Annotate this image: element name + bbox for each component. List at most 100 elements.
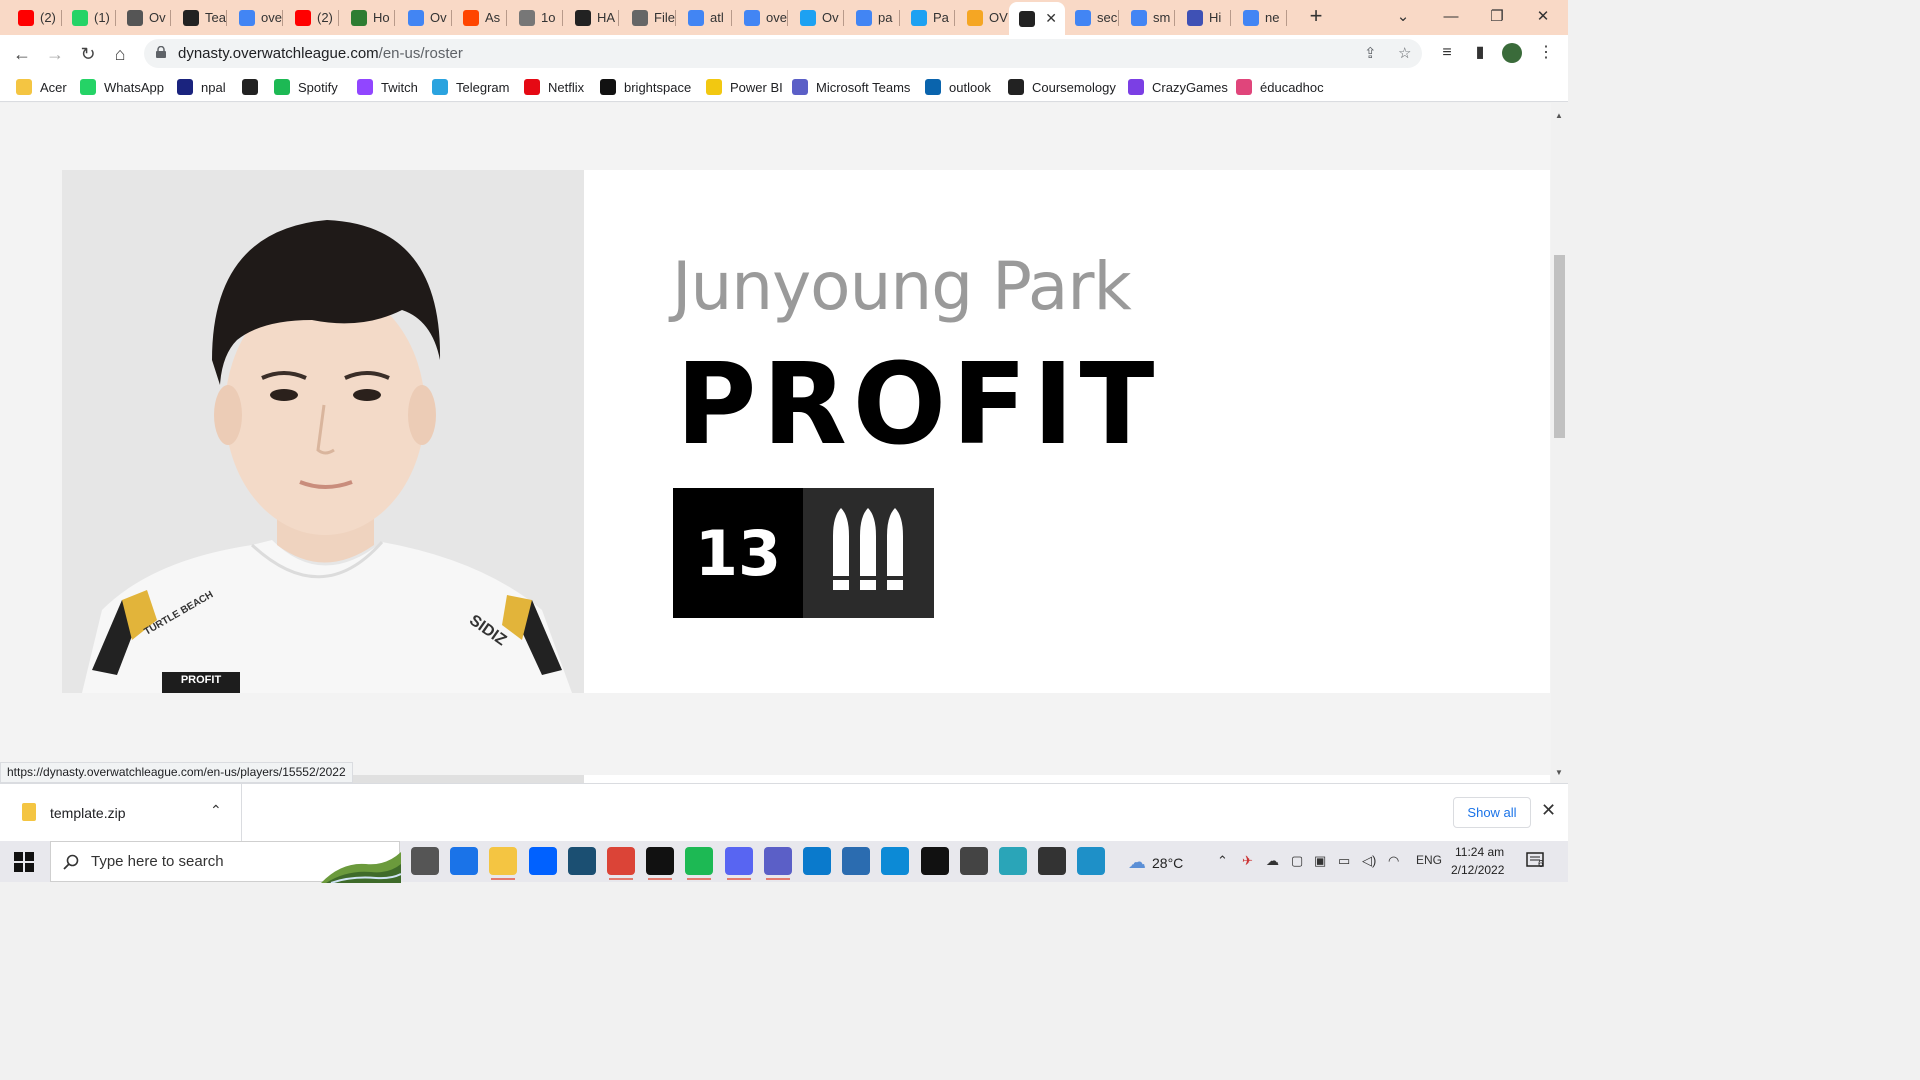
- close-download-shelf-icon[interactable]: ✕: [1541, 800, 1556, 821]
- address-bar[interactable]: dynasty.overwatchleague.com/en-us/roster…: [144, 39, 1422, 68]
- browser-tab[interactable]: 1o: [509, 4, 563, 31]
- bookmark-item[interactable]: brightspace: [600, 78, 691, 96]
- taskbar-search-box[interactable]: Type here to search: [50, 841, 401, 883]
- browser-tab[interactable]: (2): [285, 4, 339, 31]
- chrome-icon[interactable]: [607, 847, 635, 880]
- browser-tab[interactable]: ne: [1233, 4, 1287, 31]
- new-tab-button[interactable]: +: [1304, 5, 1328, 29]
- scroll-thumb[interactable]: [1554, 255, 1565, 438]
- wifi-icon[interactable]: ◠: [1388, 853, 1399, 869]
- windows-start-icon[interactable]: [14, 852, 34, 872]
- edge-icon[interactable]: [881, 847, 910, 875]
- tab-search-button[interactable]: ⌄: [1380, 4, 1426, 30]
- pycharm-icon[interactable]: [920, 847, 949, 875]
- bookmark-item[interactable]: Netflix: [524, 78, 584, 96]
- notification-center-icon[interactable]: 6: [1526, 851, 1546, 871]
- url-text[interactable]: dynasty.overwatchleague.com/en-us/roster: [178, 45, 463, 62]
- close-window-button[interactable]: ✕: [1520, 4, 1566, 30]
- unity-icon[interactable]: [959, 847, 988, 875]
- device-icon[interactable]: ▢: [1291, 853, 1303, 869]
- vscode-icon[interactable]: [803, 847, 831, 875]
- bookmark-item[interactable]: Coursemology: [1008, 78, 1116, 96]
- browser-tab[interactable]: Hi: [1177, 4, 1231, 31]
- reload-button[interactable]: ↻: [75, 41, 101, 67]
- photos-icon[interactable]: [842, 847, 871, 875]
- weather-widget[interactable]: ☁ 28°C: [1128, 852, 1183, 873]
- share-icon[interactable]: ⇪: [1364, 44, 1377, 62]
- scroll-down-arrow-icon[interactable]: ▼: [1555, 768, 1563, 777]
- dropbox-icon[interactable]: [528, 847, 557, 875]
- home-button[interactable]: ⌂: [107, 41, 133, 67]
- mail-icon[interactable]: [450, 847, 479, 875]
- browser-tab[interactable]: sm: [1121, 4, 1175, 31]
- bookmark-item[interactable]: [242, 78, 266, 96]
- browser-tab[interactable]: Ho: [341, 4, 395, 31]
- spotify-icon[interactable]: [685, 847, 714, 880]
- bookmark-item[interactable]: Power BI: [706, 78, 783, 96]
- unity-hub-icon[interactable]: [1038, 847, 1067, 875]
- bookmark-item[interactable]: outlook: [925, 78, 991, 96]
- file-explorer-icon[interactable]: [489, 847, 518, 880]
- browser-tab[interactable]: As: [453, 4, 507, 31]
- scroll-up-arrow-icon[interactable]: ▲: [1555, 111, 1563, 120]
- bookmark-item[interactable]: Telegram: [432, 78, 509, 96]
- close-tab-icon[interactable]: ✕: [1045, 10, 1057, 27]
- browser-tab[interactable]: OV: [957, 4, 1011, 31]
- bookmark-item[interactable]: npal: [177, 78, 226, 96]
- browser-tab[interactable]: (2): [8, 4, 62, 31]
- browser-tab[interactable]: File: [622, 4, 676, 31]
- bookmark-star-icon[interactable]: ☆: [1398, 44, 1411, 62]
- bookmark-item[interactable]: Twitch: [357, 78, 418, 96]
- maximize-button[interactable]: ❐: [1474, 4, 1520, 30]
- page-scrollbar[interactable]: ▲ ▼: [1551, 103, 1568, 783]
- browser-tab[interactable]: Ov: [117, 4, 171, 31]
- battery-icon[interactable]: ▭: [1338, 853, 1350, 869]
- browser-tab[interactable]: Tea: [173, 4, 227, 31]
- browser-tab[interactable]: atl: [678, 4, 732, 31]
- maya-icon[interactable]: [999, 847, 1027, 875]
- show-all-downloads-button[interactable]: Show all: [1453, 797, 1531, 828]
- browser-tab[interactable]: sec: [1065, 4, 1119, 31]
- minimize-button[interactable]: —: [1428, 4, 1474, 30]
- browser-tab[interactable]: ove: [229, 4, 283, 31]
- onedrive-icon[interactable]: ☁: [1266, 853, 1279, 869]
- lock-icon[interactable]: [156, 46, 166, 58]
- clock-time[interactable]: 11:24 am: [1455, 845, 1504, 859]
- bookmark-item[interactable]: Spotify: [274, 78, 338, 96]
- menu-icon[interactable]: ⋮: [1536, 43, 1556, 63]
- back-button[interactable]: ←: [9, 41, 35, 67]
- browser-tab[interactable]: HA: [565, 4, 619, 31]
- edge-dev-icon[interactable]: [1077, 847, 1106, 875]
- download-file-name[interactable]: template.zip: [50, 805, 125, 821]
- browser-tab[interactable]: Pa: [901, 4, 955, 31]
- chevron-up-tray-icon[interactable]: ⌃: [1217, 853, 1228, 869]
- browser-tab[interactable]: ove: [734, 4, 788, 31]
- forward-button[interactable]: →: [42, 41, 68, 67]
- language-indicator[interactable]: ENG: [1416, 853, 1442, 867]
- profile-avatar[interactable]: [1502, 43, 1522, 63]
- download-item[interactable]: template.zip ⌃: [0, 784, 242, 842]
- netflix-icon[interactable]: [646, 847, 675, 880]
- reading-list-icon[interactable]: ≡: [1437, 43, 1457, 63]
- speaker-icon[interactable]: ◁): [1362, 853, 1376, 869]
- task-view-icon[interactable]: [411, 847, 439, 875]
- chevron-up-icon[interactable]: ⌃: [210, 802, 222, 819]
- browser-tab[interactable]: pa: [846, 4, 900, 31]
- bookmark-item[interactable]: éducadhoc: [1236, 78, 1324, 96]
- clock-date[interactable]: 2/12/2022: [1451, 863, 1504, 877]
- display-icon[interactable]: ▣: [1314, 853, 1326, 869]
- bookmark-item[interactable]: Acer: [16, 78, 67, 96]
- browser-tab[interactable]: Ov: [790, 4, 844, 31]
- side-panel-icon[interactable]: ▮: [1470, 43, 1490, 63]
- browser-tab[interactable]: ✕: [1009, 2, 1065, 35]
- bookmark-item[interactable]: Microsoft Teams: [792, 78, 910, 96]
- player-card[interactable]: PROFIT TURTLE BEACH SIDIZ Junyoung Park …: [62, 170, 1550, 693]
- app-icon[interactable]: [567, 847, 596, 875]
- browser-tab[interactable]: (1): [62, 4, 116, 31]
- bookmark-item[interactable]: WhatsApp: [80, 78, 164, 96]
- bookmark-item[interactable]: CrazyGames: [1128, 78, 1228, 96]
- network-warning-icon[interactable]: ✈: [1242, 853, 1253, 869]
- browser-tab[interactable]: Ov: [398, 4, 452, 31]
- teams-icon[interactable]: [763, 847, 792, 880]
- discord-icon[interactable]: [724, 847, 753, 880]
